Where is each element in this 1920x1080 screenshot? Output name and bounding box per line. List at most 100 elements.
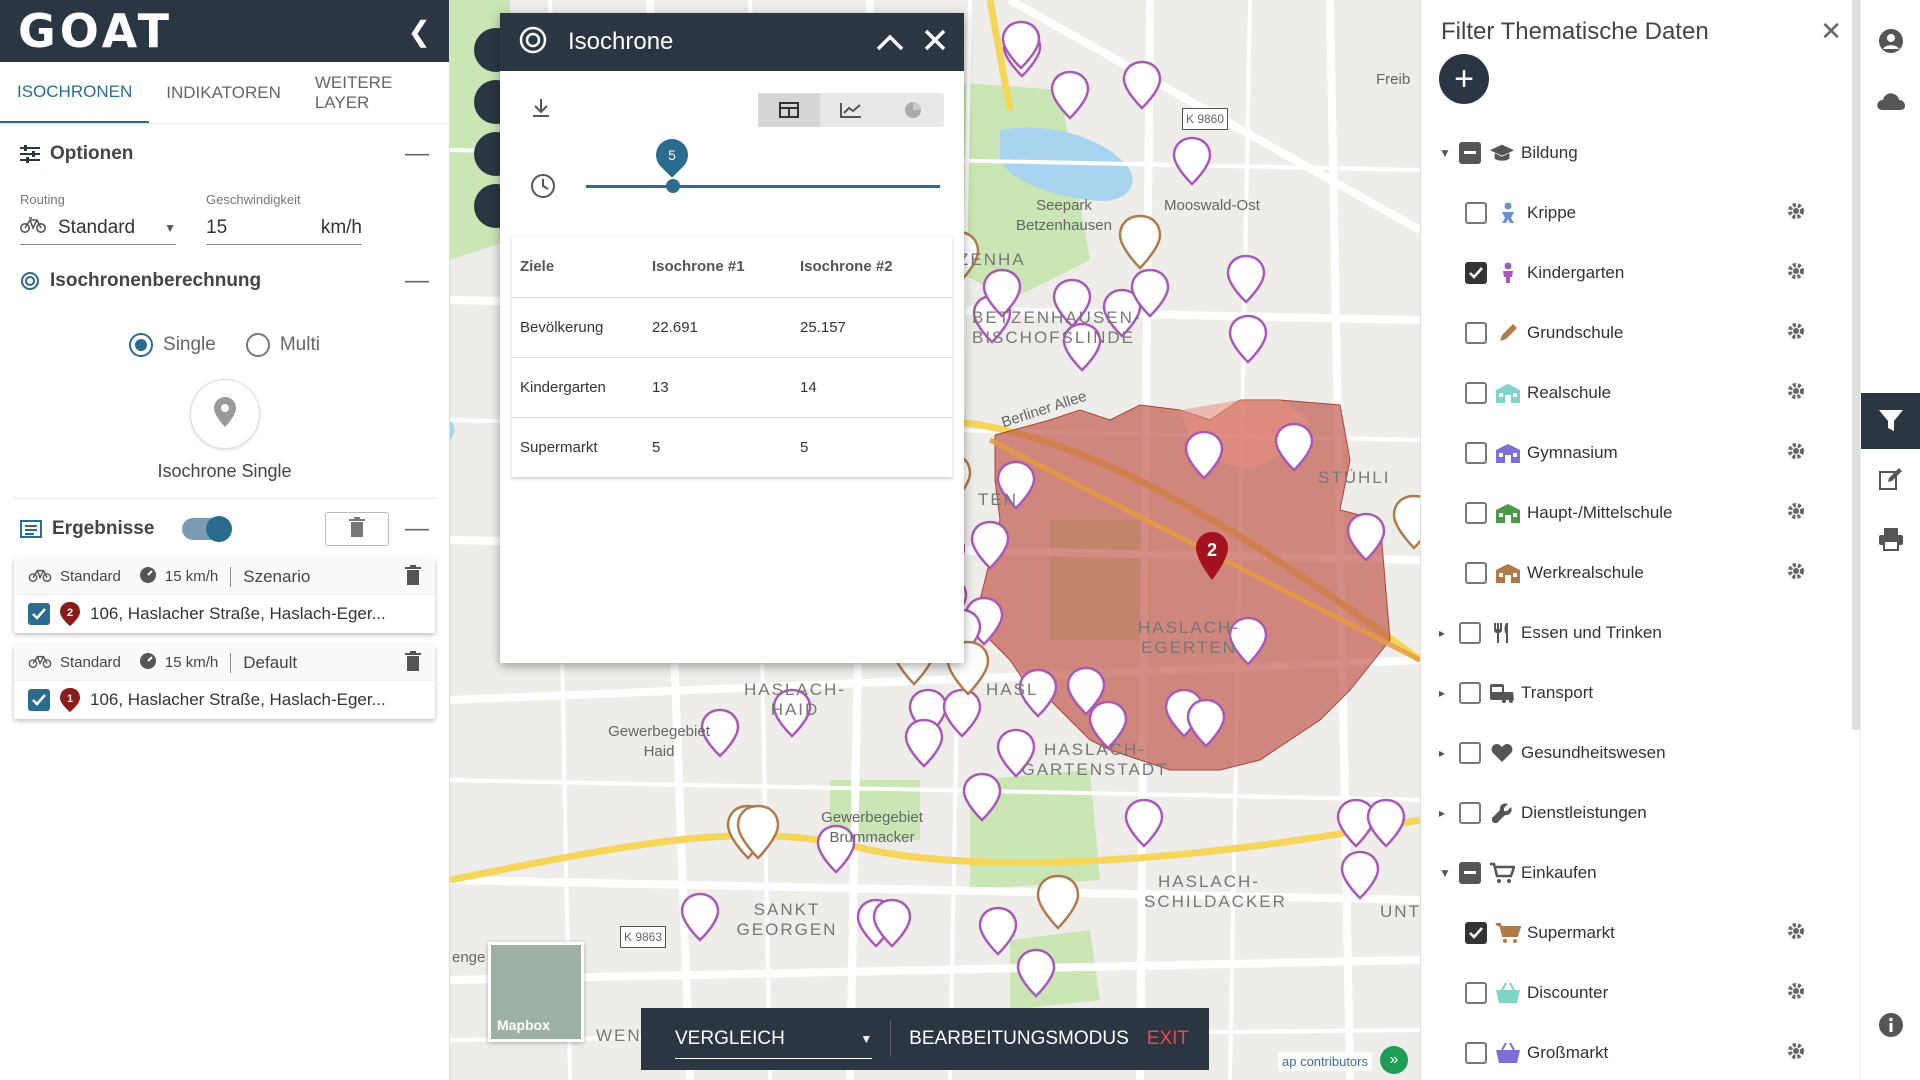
comparison-select[interactable]: VERGLEICH ▼: [675, 1019, 873, 1059]
caret-down-icon[interactable]: ▼: [1439, 146, 1459, 160]
speed-field[interactable]: Geschwindigkeit 15 km/h: [206, 192, 362, 245]
collapse-options-icon[interactable]: —: [405, 140, 429, 168]
pie-chart-view-button[interactable]: [882, 93, 944, 127]
routing-select-field[interactable]: Routing Standard ▼: [20, 192, 176, 245]
result-checkbox[interactable]: [28, 603, 50, 625]
view-toggle: [758, 93, 944, 127]
time-slider[interactable]: 5: [530, 132, 944, 217]
tree-group-transport[interactable]: ▸ Transport: [1421, 663, 1831, 723]
trash-icon[interactable]: [405, 564, 421, 589]
item-checkbox[interactable]: [1465, 442, 1487, 464]
user-icon[interactable]: [1861, 16, 1920, 66]
expand-attribution-icon[interactable]: »: [1380, 1046, 1408, 1074]
table-view-button[interactable]: [758, 93, 820, 127]
collapse-panel-icon[interactable]: ❮: [408, 15, 431, 48]
tree-group-gesundheitswesen[interactable]: ▸ Gesundheitswesen: [1421, 723, 1831, 783]
tree-group-essen-und-trinken[interactable]: ▸ Essen und Trinken: [1421, 603, 1831, 663]
graduation-cap-icon: [1489, 140, 1515, 166]
slider-knob[interactable]: [666, 179, 680, 193]
tab-isochronen[interactable]: ISOCHRONEN: [0, 62, 150, 123]
caret-right-icon[interactable]: ▸: [1439, 686, 1459, 700]
close-icon[interactable]: [924, 25, 946, 59]
caret-right-icon[interactable]: ▸: [1439, 746, 1459, 760]
options-section-header[interactable]: Optionen —: [0, 124, 449, 184]
tree-item-gymnasium[interactable]: Gymnasium: [1421, 423, 1831, 483]
results-visibility-toggle[interactable]: [182, 516, 233, 542]
edit-icon[interactable]: [1861, 454, 1920, 504]
group-checkbox[interactable]: [1459, 682, 1481, 704]
add-layer-button[interactable]: +: [1439, 54, 1489, 104]
result-checkbox[interactable]: [28, 689, 50, 711]
map-label: WEN: [596, 1026, 642, 1045]
radio-single[interactable]: Single: [129, 333, 216, 357]
isochrone-single-button[interactable]: [189, 379, 260, 449]
close-icon[interactable]: ✕: [1820, 16, 1842, 47]
caret-down-icon[interactable]: ▼: [1439, 866, 1459, 880]
item-checkbox[interactable]: [1465, 322, 1487, 344]
tree-item-grossmarkt[interactable]: Großmarkt: [1421, 1023, 1831, 1080]
item-checkbox[interactable]: [1465, 982, 1487, 1004]
delete-all-results-button[interactable]: [325, 512, 389, 546]
caret-right-icon[interactable]: ▸: [1439, 626, 1459, 640]
gear-icon[interactable]: [1787, 922, 1805, 945]
item-checkbox[interactable]: [1465, 562, 1487, 584]
bicycle-icon: [20, 216, 46, 239]
caret-right-icon[interactable]: ▸: [1439, 806, 1459, 820]
tree-group-dienstleistungen[interactable]: ▸ Dienstleistungen: [1421, 783, 1831, 843]
info-icon[interactable]: [1861, 1000, 1920, 1050]
tree-item-kindergarten[interactable]: Kindergarten: [1421, 243, 1831, 303]
tab-weitere-layer[interactable]: WEITERE LAYER: [298, 62, 449, 123]
item-checkbox[interactable]: [1465, 922, 1487, 944]
tree-item-grundschule[interactable]: Grundschule: [1421, 303, 1831, 363]
group-checkbox[interactable]: [1459, 742, 1481, 764]
tree-item-haupt-mittelschule[interactable]: Haupt-/Mittelschule: [1421, 483, 1831, 543]
tab-indikatoren[interactable]: INDIKATOREN: [149, 62, 298, 123]
gear-icon[interactable]: [1787, 562, 1805, 585]
map-label: Seepark Betzenhausen: [1016, 197, 1112, 234]
item-checkbox[interactable]: [1465, 202, 1487, 224]
tree-item-realschule[interactable]: Realschule: [1421, 363, 1831, 423]
trash-icon[interactable]: [405, 650, 421, 675]
group-checkbox[interactable]: [1459, 802, 1481, 824]
calc-section-header[interactable]: Isochronenberechnung —: [0, 251, 449, 311]
group-checkbox[interactable]: [1459, 862, 1481, 884]
table-cell: 22.691: [644, 297, 792, 358]
print-icon[interactable]: [1861, 514, 1920, 564]
radio-multi[interactable]: Multi: [245, 333, 320, 357]
gear-icon[interactable]: [1787, 502, 1805, 525]
tree-item-discounter[interactable]: Discounter: [1421, 963, 1831, 1023]
collapse-results-icon[interactable]: —: [405, 515, 429, 543]
exit-button[interactable]: EXIT: [1147, 1028, 1189, 1050]
chevron-up-icon[interactable]: [876, 25, 904, 59]
tree-item-krippe[interactable]: Krippe: [1421, 183, 1831, 243]
scrollbar[interactable]: [1852, 0, 1860, 730]
item-checkbox[interactable]: [1465, 502, 1487, 524]
gear-icon[interactable]: [1787, 202, 1805, 225]
cloud-icon[interactable]: [1861, 76, 1920, 126]
item-checkbox[interactable]: [1465, 1042, 1487, 1064]
gear-icon[interactable]: [1787, 982, 1805, 1005]
download-icon[interactable]: [530, 97, 552, 124]
gear-icon[interactable]: [1787, 322, 1805, 345]
trash-icon: [349, 516, 365, 542]
tree-group-bildung[interactable]: ▼ Bildung: [1421, 123, 1831, 183]
tree-item-supermarkt[interactable]: Supermarkt: [1421, 903, 1831, 963]
sliders-icon: [20, 145, 40, 163]
item-checkbox[interactable]: [1465, 262, 1487, 284]
edit-mode-button[interactable]: BEARBEITUNGSMODUS: [909, 1028, 1129, 1050]
collapse-calc-icon[interactable]: —: [405, 267, 429, 295]
gear-icon[interactable]: [1787, 1042, 1805, 1065]
gear-icon[interactable]: [1787, 442, 1805, 465]
item-checkbox[interactable]: [1465, 382, 1487, 404]
line-chart-view-button[interactable]: [820, 93, 882, 127]
result-name: Default: [243, 652, 298, 672]
gear-icon[interactable]: [1787, 382, 1805, 405]
tree-group-einkaufen[interactable]: ▼ Einkaufen: [1421, 843, 1831, 903]
group-checkbox[interactable]: [1459, 142, 1481, 164]
basemap-switcher[interactable]: Mapbox: [488, 942, 584, 1042]
filter-icon[interactable]: [1861, 393, 1920, 449]
group-checkbox[interactable]: [1459, 622, 1481, 644]
map-attribution[interactable]: ap contributors: [1278, 1052, 1372, 1071]
gear-icon[interactable]: [1787, 262, 1805, 285]
tree-item-werkrealschule[interactable]: Werkrealschule: [1421, 543, 1831, 603]
